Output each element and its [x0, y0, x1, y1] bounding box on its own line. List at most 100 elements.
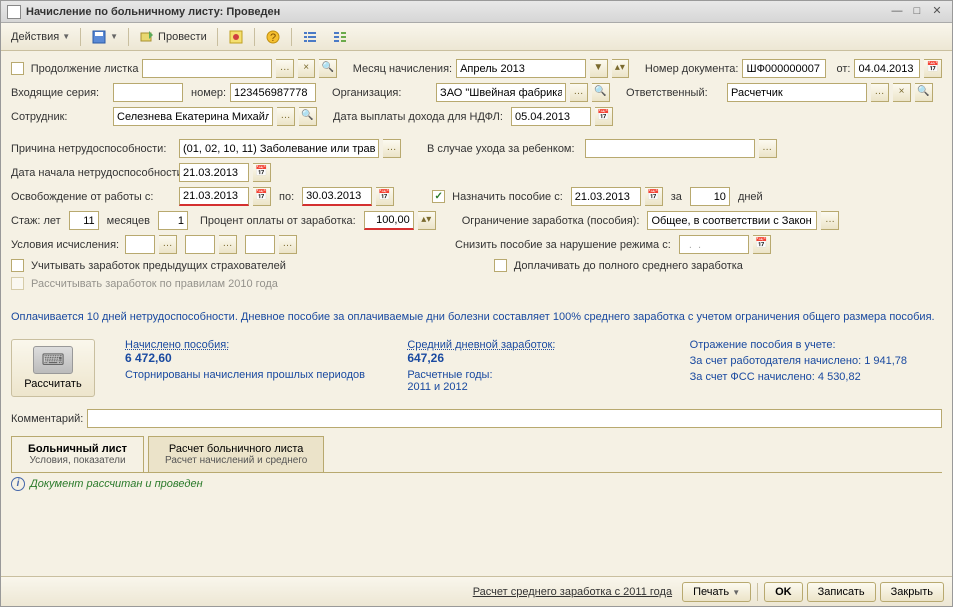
ellipsis-icon[interactable]: …	[759, 139, 777, 158]
ndfl-date-input[interactable]	[511, 107, 591, 126]
month-input[interactable]	[456, 59, 586, 78]
work-release-from-input[interactable]	[179, 187, 249, 206]
tabs: Больничный лист Условия, показатели Расч…	[11, 436, 942, 473]
number-input[interactable]	[230, 83, 316, 102]
prev-insurers-checkbox[interactable]	[11, 259, 24, 272]
avg-value: 647,26	[407, 351, 659, 365]
tab-calculation[interactable]: Расчет больничного листа Расчет начислен…	[148, 436, 324, 472]
full-avg-checkbox[interactable]	[494, 259, 507, 272]
accrued-label[interactable]: Начислено пособия:	[125, 339, 377, 351]
calculate-button[interactable]: Рассчитать	[11, 339, 95, 397]
spinner-icon[interactable]: ▴▾	[612, 59, 630, 78]
limit-input[interactable]	[647, 211, 817, 230]
lookup-icon[interactable]: 🔍	[915, 83, 933, 102]
print-button[interactable]: Печать ▼	[682, 582, 751, 602]
comment-input[interactable]	[87, 409, 942, 428]
calc-cond3-input[interactable]	[245, 235, 275, 254]
docnum-label: Номер документа:	[645, 63, 739, 75]
calendar-icon[interactable]: 📅	[253, 163, 271, 182]
responsible-input[interactable]	[727, 83, 867, 102]
toolbar: Действия▼ ▼ Провести ?	[1, 23, 952, 51]
reflection-label: Отражение пособия в учете:	[690, 339, 942, 351]
post-button[interactable]: Провести	[133, 25, 213, 49]
actions-menu[interactable]: Действия▼	[5, 27, 76, 47]
org-input[interactable]	[436, 83, 566, 102]
lookup-icon[interactable]: 🔍	[299, 107, 317, 126]
limit-label: Ограничение заработка (пособия):	[462, 215, 640, 227]
work-release-to-input[interactable]	[302, 187, 372, 206]
date-from-input[interactable]	[854, 59, 920, 78]
help-icon[interactable]: ?	[259, 25, 287, 49]
reduce-date-input[interactable]	[679, 235, 749, 254]
status-text: Документ рассчитан и проведен	[30, 478, 203, 490]
save-button[interactable]: Записать	[807, 582, 876, 602]
svg-text:?: ?	[270, 32, 276, 44]
incoming-series-input[interactable]	[113, 83, 183, 102]
minimize-button[interactable]: —	[888, 4, 906, 20]
calendar-icon[interactable]: 📅	[595, 107, 613, 126]
assign-benefit-date-input[interactable]	[571, 187, 641, 206]
child-care-label: В случае ухода за ребенком:	[427, 143, 575, 155]
calendar-icon[interactable]: 📅	[753, 235, 771, 254]
incoming-series-label: Входящие серия:	[11, 87, 109, 99]
calendar-icon[interactable]: 📅	[924, 59, 942, 78]
tab-sick-leave[interactable]: Больничный лист Условия, показатели	[11, 436, 144, 472]
continuation-input[interactable]	[142, 59, 272, 78]
employee-input[interactable]	[113, 107, 273, 126]
ellipsis-icon[interactable]: …	[570, 83, 588, 102]
maximize-button[interactable]: □	[908, 4, 926, 20]
spinner-icon[interactable]: ▴▾	[418, 211, 436, 230]
ellipsis-icon[interactable]: …	[383, 139, 401, 158]
footer: Расчет среднего заработка с 2011 года Пе…	[1, 576, 952, 606]
child-care-input[interactable]	[585, 139, 755, 158]
ndfl-date-label: Дата выплаты дохода для НДФЛ:	[333, 111, 503, 123]
days-input[interactable]	[690, 187, 730, 206]
docnum-input[interactable]	[742, 59, 826, 78]
calendar-icon[interactable]: 📅	[376, 187, 394, 206]
tab1-title: Больничный лист	[28, 443, 127, 455]
months-input[interactable]	[158, 211, 188, 230]
ok-button[interactable]: OK	[764, 582, 803, 602]
percent-input[interactable]	[364, 211, 414, 230]
years-input[interactable]	[69, 211, 99, 230]
start-date-input[interactable]	[179, 163, 249, 182]
ellipsis-icon[interactable]: …	[871, 83, 889, 102]
responsible-label: Ответственный:	[626, 87, 723, 99]
avg-calc-link[interactable]: Расчет среднего заработка с 2011 года	[473, 586, 672, 598]
years-label: Расчетные годы:	[407, 369, 492, 381]
continuation-label: Продолжение листка	[31, 63, 139, 75]
seniority-label: Стаж: лет	[11, 215, 61, 227]
full-avg-label: Доплачивать до полного среднего заработк…	[514, 260, 743, 272]
tab1-sub: Условия, показатели	[28, 455, 127, 466]
avg-label[interactable]: Средний дневной заработок:	[407, 339, 659, 351]
calendar-icon[interactable]: 📅	[253, 187, 271, 206]
close-button[interactable]: Закрыть	[880, 582, 944, 602]
calc-cond2-input[interactable]	[185, 235, 215, 254]
clear-x-icon[interactable]: ×	[298, 59, 316, 78]
save-icon-button[interactable]: ▼	[85, 25, 124, 49]
close-window-button[interactable]: ✕	[928, 4, 946, 20]
continuation-checkbox[interactable]	[11, 62, 24, 75]
ellipsis-icon[interactable]: …	[219, 235, 237, 254]
structure-icon[interactable]	[222, 25, 250, 49]
clear-icon[interactable]: …	[276, 59, 294, 78]
lookup-icon[interactable]: 🔍	[319, 59, 337, 78]
rules2010-label: Рассчитывать заработок по правилам 2010 …	[31, 278, 278, 290]
settings-icon[interactable]	[326, 25, 354, 49]
list-icon[interactable]	[296, 25, 324, 49]
days-label: дней	[738, 191, 763, 203]
reason-input[interactable]	[179, 139, 379, 158]
ellipsis-icon[interactable]: …	[277, 107, 295, 126]
lookup-icon[interactable]: 🔍	[592, 83, 610, 102]
ellipsis-icon[interactable]: …	[279, 235, 297, 254]
calc-cond1-input[interactable]	[125, 235, 155, 254]
calculator-icon	[33, 346, 73, 374]
calendar-icon[interactable]: 📅	[645, 187, 663, 206]
dropdown-icon[interactable]: ▼	[590, 59, 608, 78]
info-text: Оплачивается 10 дней нетрудоспособности.…	[11, 310, 942, 325]
ellipsis-icon[interactable]: …	[159, 235, 177, 254]
assign-benefit-checkbox[interactable]	[432, 190, 445, 203]
ellipsis-icon[interactable]: …	[821, 211, 839, 230]
comment-label: Комментарий:	[11, 413, 83, 425]
clear-x-icon[interactable]: ×	[893, 83, 911, 102]
